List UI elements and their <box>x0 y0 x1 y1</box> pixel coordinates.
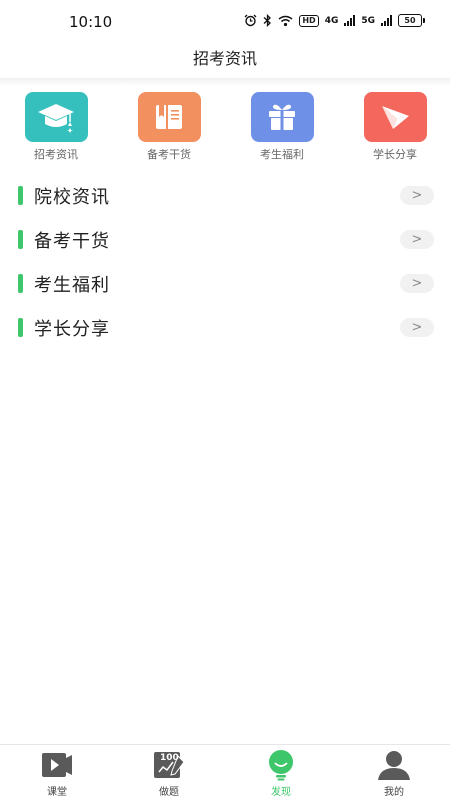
category-tile <box>24 92 88 142</box>
nav-tab-classroom[interactable]: 课堂 <box>27 749 87 798</box>
signal-5g-label: 5G <box>361 15 375 26</box>
alarm-icon <box>244 14 257 27</box>
chevron-right-icon[interactable]: > <box>400 318 434 337</box>
nav-label: 课堂 <box>47 787 67 798</box>
paper-plane-icon <box>382 106 409 129</box>
list-item-study-materials[interactable]: 备考干货 > <box>0 219 450 263</box>
user-icon <box>378 751 410 780</box>
list-accent-bar <box>18 318 23 337</box>
graduation-cap-icon <box>38 104 74 133</box>
bottom-nav: 课堂 100 做题 发现 我的 <box>0 744 450 801</box>
nav-label: 做题 <box>159 787 179 798</box>
chevron-right-icon[interactable]: > <box>400 230 434 249</box>
chevron-right-icon[interactable]: > <box>400 186 434 205</box>
category-label: 招考资讯 <box>34 148 78 161</box>
battery-indicator: 50 <box>398 14 425 27</box>
category-tile <box>250 92 314 142</box>
list-item-label: 考生福利 <box>34 275 110 296</box>
signal-bars-icon-2 <box>381 15 392 26</box>
category-student-benefits[interactable]: 考生福利 <box>237 92 327 162</box>
nav-label: 发现 <box>271 787 291 798</box>
nav-tab-discover[interactable]: 发现 <box>251 749 311 798</box>
list-accent-bar <box>18 274 23 293</box>
page-header: 招考资讯 <box>0 42 450 78</box>
category-list: 院校资讯 > 备考干货 > 考生福利 > 学长分享 > <box>0 175 450 351</box>
list-item-label: 院校资讯 <box>34 187 110 208</box>
lightbulb-icon <box>269 750 293 781</box>
status-bar: 10:10 HD 4G 5G 50 <box>0 0 450 42</box>
chevron-right-icon[interactable]: > <box>400 274 434 293</box>
category-label: 考生福利 <box>260 148 304 161</box>
list-item-label: 学长分享 <box>34 319 110 340</box>
list-item-admission-news[interactable]: 院校资讯 > <box>0 175 450 219</box>
category-label: 学长分享 <box>373 148 417 161</box>
list-item-label: 备考干货 <box>34 231 110 252</box>
nav-icon-wrap <box>39 749 75 781</box>
nav-icon-wrap <box>376 749 412 781</box>
gift-icon <box>269 104 295 130</box>
list-item-student-benefits[interactable]: 考生福利 > <box>0 263 450 307</box>
video-play-icon <box>42 753 72 777</box>
nav-icon-wrap: 100 <box>151 749 187 781</box>
signal-4g-label: 4G <box>324 15 339 26</box>
category-tile <box>137 92 201 142</box>
wifi-icon <box>278 15 293 26</box>
category-tile <box>363 92 427 142</box>
category-senior-sharing[interactable]: 学长分享 <box>350 92 440 162</box>
nav-label: 我的 <box>384 787 404 798</box>
nav-icon-wrap <box>263 749 299 781</box>
list-accent-bar <box>18 186 23 205</box>
list-item-senior-sharing[interactable]: 学长分享 > <box>0 307 450 351</box>
category-grid: 招考资讯 备考干货 考生福利 学长分享 <box>0 92 450 164</box>
signal-bars-icon <box>344 15 356 26</box>
category-label: 备考干货 <box>147 148 191 161</box>
score-badge: 100 <box>160 753 179 763</box>
category-study-materials[interactable]: 备考干货 <box>124 92 214 162</box>
hd-badge: HD <box>299 14 319 27</box>
bluetooth-icon <box>263 14 272 27</box>
category-admission-news[interactable]: 招考资讯 <box>11 92 101 162</box>
nav-tab-exercises[interactable]: 100 做题 <box>139 749 199 798</box>
header-divider <box>0 78 450 86</box>
list-accent-bar <box>18 230 23 249</box>
status-time: 10:10 <box>69 13 113 31</box>
status-icons: HD 4G 5G 50 <box>244 14 425 27</box>
page-title: 招考资讯 <box>192 49 257 68</box>
nav-tab-profile[interactable]: 我的 <box>364 749 424 798</box>
book-icon <box>156 105 182 129</box>
